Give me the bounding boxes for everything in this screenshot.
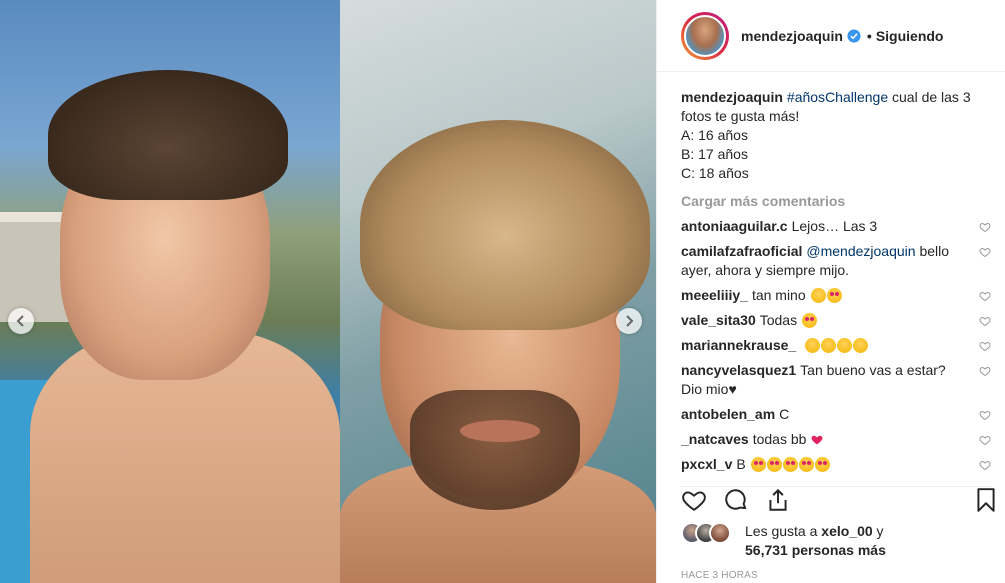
share-upload-icon — [769, 488, 787, 511]
heart-outline-icon — [682, 491, 706, 511]
avatar[interactable] — [684, 14, 726, 57]
caption-username[interactable]: mendezjoaquin — [681, 89, 783, 105]
like-comment-heart-icon[interactable] — [979, 340, 991, 352]
heart-eyes-emoji-icon — [750, 457, 766, 472]
like-comment-heart-icon[interactable] — [979, 290, 991, 302]
caption-line: A: 16 años — [681, 127, 748, 143]
heart-eyes-emoji-icon — [801, 313, 817, 328]
comment-text: tan mino — [751, 287, 806, 303]
comment-username[interactable]: meeeliiiy_ — [681, 287, 748, 303]
beard — [410, 390, 580, 510]
comment-bubble-icon — [725, 489, 747, 510]
smiling-emoji-icon — [805, 338, 821, 353]
photo-left — [0, 0, 340, 583]
smiling-emoji-icon — [853, 338, 869, 353]
post-timestamp[interactable]: HACE 3 HORAS — [681, 570, 758, 581]
share-button[interactable] — [765, 487, 793, 515]
like-comment-heart-icon[interactable] — [979, 221, 991, 233]
heart-eyes-emoji-icon — [766, 457, 782, 472]
load-more-comments-button[interactable]: Cargar más comentarios — [681, 193, 991, 209]
comment: antobelen_am C — [681, 405, 991, 424]
post-side-panel: mendezjoaquin • Siguiendo mendezjoaquin #… — [656, 0, 1005, 583]
comment-text: B — [736, 456, 746, 472]
caption: mendezjoaquin #añosChallenge cual de las … — [681, 88, 991, 183]
comment: mariannekrause_ — [681, 336, 991, 355]
photo-right — [340, 0, 656, 583]
save-button[interactable] — [973, 487, 1001, 515]
likes-connector: y — [876, 523, 884, 539]
like-comment-heart-icon[interactable] — [979, 409, 991, 421]
hair — [360, 120, 650, 330]
bookmark-icon — [977, 488, 995, 512]
like-comment-heart-icon[interactable] — [979, 434, 991, 446]
comment-username[interactable]: _natcaves — [681, 431, 749, 447]
likes-suffix[interactable]: personas más — [792, 542, 886, 558]
caption-line: B: 17 años — [681, 146, 748, 162]
comments-list[interactable]: mendezjoaquin #añosChallenge cual de las … — [681, 88, 991, 476]
chevron-right-icon — [626, 315, 634, 327]
heart-eyes-emoji-icon — [826, 288, 842, 303]
comment: antoniaaguilar.c Lejos… Las 3 — [681, 217, 991, 236]
avatar — [709, 522, 731, 544]
comment-text: Lejos… Las 3 — [791, 218, 878, 234]
post-header: mendezjoaquin • Siguiendo — [657, 0, 1005, 72]
comment-username[interactable]: antoniaaguilar.c — [681, 218, 788, 234]
likes-summary: Les gusta a xelo_00 y 56,731 personas má… — [681, 522, 991, 560]
smiling-emoji-icon — [837, 338, 853, 353]
like-comment-heart-icon[interactable] — [979, 246, 991, 258]
heart-eyes-emoji-icon — [814, 457, 830, 472]
caption-hashtag[interactable]: #añosChallenge — [787, 89, 888, 105]
comment: camilafzafraoficial @mendezjoaquin bello … — [681, 242, 991, 280]
likes-text: Les gusta a xelo_00 y 56,731 personas má… — [745, 522, 886, 560]
smiling-emoji-icon — [821, 338, 837, 353]
follow-status-button[interactable]: Siguiendo — [876, 28, 944, 44]
comment: nancyvelasquez1 Tan bueno vas a estar? Di… — [681, 361, 991, 399]
chevron-left-icon — [16, 315, 24, 327]
comment: _natcaves todas bb — [681, 430, 991, 449]
like-button[interactable] — [681, 487, 709, 515]
like-comment-heart-icon[interactable] — [979, 315, 991, 327]
comment-username[interactable]: mariannekrause_ — [681, 337, 796, 353]
caption-line: C: 18 años — [681, 165, 749, 181]
likes-prefix: Les gusta a — [745, 523, 818, 539]
carousel-next-button[interactable] — [616, 308, 642, 334]
comment-text: todas bb — [752, 431, 807, 447]
smiling-emoji-icon — [810, 288, 826, 303]
comment-button[interactable] — [723, 487, 751, 515]
heart-eyes-emoji-icon — [798, 457, 814, 472]
comment-username[interactable]: pxcxl_v — [681, 456, 732, 472]
post-actions-bar — [681, 486, 995, 516]
liker-avatars[interactable] — [681, 522, 737, 544]
liker-username[interactable]: xelo_00 — [821, 523, 872, 539]
comment-mention[interactable]: @mendezjoaquin — [806, 243, 915, 259]
verified-badge-icon — [847, 28, 861, 43]
comment-text: C — [779, 406, 790, 422]
comment-username[interactable]: vale_sita30 — [681, 312, 756, 328]
comment-text: Todas — [759, 312, 798, 328]
mouth — [460, 420, 540, 442]
author-username[interactable]: mendezjoaquin — [741, 28, 843, 44]
like-comment-heart-icon[interactable] — [979, 365, 991, 377]
red-heart-emoji-icon — [811, 435, 823, 445]
comment: pxcxl_v B — [681, 455, 991, 474]
likes-count[interactable]: 56,731 — [745, 542, 788, 558]
separator-dot: • — [866, 27, 872, 44]
hair — [48, 70, 288, 200]
comment: meeeliiiy_ tan mino — [681, 286, 991, 305]
story-ring[interactable] — [681, 11, 729, 60]
comment: vale_sita30 Todas — [681, 311, 991, 330]
like-comment-heart-icon[interactable] — [979, 459, 991, 471]
heart-eyes-emoji-icon — [782, 457, 798, 472]
post-media-carousel[interactable] — [0, 0, 656, 583]
comment-username[interactable]: camilafzafraoficial — [681, 243, 802, 259]
comment-username[interactable]: nancyvelasquez1 — [681, 362, 796, 378]
carousel-prev-button[interactable] — [8, 308, 34, 334]
comment-username[interactable]: antobelen_am — [681, 406, 775, 422]
